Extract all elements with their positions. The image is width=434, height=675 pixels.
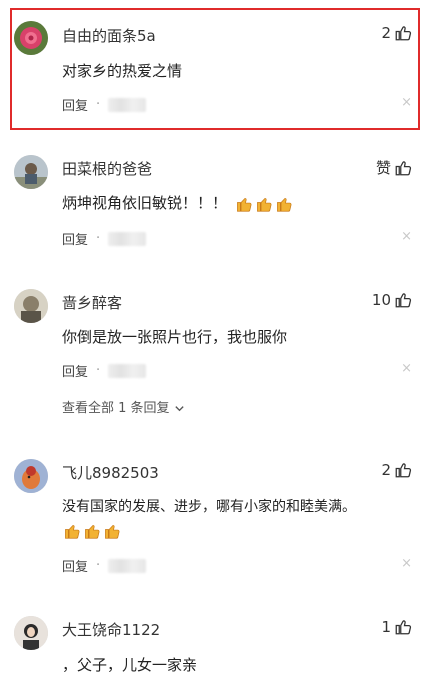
separator-dot: · [96, 363, 101, 378]
like-button[interactable]: 2 [381, 24, 412, 42]
thumbs-up-icon [395, 160, 412, 175]
like-count: 2 [381, 461, 391, 479]
thumbs-up-emoji [256, 197, 272, 212]
thumbs-up-emoji [85, 524, 100, 539]
reply-row: 回复 · [62, 361, 147, 380]
emoji-group [63, 523, 121, 539]
emoji-group [235, 196, 293, 212]
comment-text: 炳坤视角依旧敏锐！！！ [62, 194, 228, 212]
chevron-down-icon [175, 406, 184, 412]
comment-author[interactable]: 自由的面条5a [62, 25, 156, 46]
like-count: 1 [381, 618, 391, 636]
reply-button[interactable]: 回复 [62, 95, 88, 114]
comment-text: 对家乡的热爱之情 [62, 62, 183, 80]
view-all-replies-link[interactable]: 查看全部 1 条回复 [62, 397, 185, 416]
comment-text: 没有国家的发展、进步，哪有小家的和睦美满。 [62, 499, 356, 515]
emoji-row-container [60, 521, 121, 539]
like-button[interactable]: 2 [381, 461, 412, 479]
blurred-timestamp [108, 231, 147, 246]
comment-text: 你倒是放一张照片也行，我也服你 [62, 328, 288, 346]
thumbs-up-emoji [105, 524, 120, 539]
thumbs-up-emoji [65, 524, 80, 539]
comment-text: ，父子，儿女一家亲 [62, 656, 198, 674]
like-count: 2 [381, 24, 391, 42]
separator-dot: · [96, 97, 101, 112]
thumbs-up-icon [395, 463, 412, 478]
comment-author[interactable]: 大王饶命1122 [62, 619, 160, 640]
comment-author[interactable]: 田菜根的爸爸 [62, 158, 152, 179]
thumbs-up-emoji [276, 197, 292, 212]
avatar[interactable] [14, 155, 48, 189]
comment-author[interactable]: 飞儿8982503 [62, 462, 159, 483]
blurred-timestamp [108, 97, 147, 112]
comment-author[interactable]: 啬乡醉客 [62, 292, 122, 313]
like-count: 10 [371, 291, 391, 309]
like-button[interactable]: 1 [381, 618, 412, 636]
blurred-timestamp [108, 363, 147, 378]
like-count: 赞 [375, 159, 391, 177]
reply-button[interactable]: 回复 [62, 556, 88, 575]
close-icon[interactable]: × [401, 556, 412, 571]
reply-button[interactable]: 回复 [62, 229, 88, 248]
avatar[interactable] [14, 21, 48, 55]
comment-text-row: 炳坤视角依旧敏锐！！！ [62, 192, 293, 213]
reply-row: 回复 · [62, 95, 147, 114]
separator-dot: · [96, 231, 101, 246]
reply-button[interactable]: 回复 [62, 361, 88, 380]
thumbs-up-icon [395, 293, 412, 308]
reply-row: 回复 · [62, 229, 147, 248]
separator-dot: · [96, 558, 101, 573]
avatar[interactable] [14, 289, 48, 323]
close-icon[interactable]: × [401, 95, 412, 110]
thumbs-up-icon [395, 26, 412, 41]
close-icon[interactable]: × [401, 361, 412, 376]
blurred-timestamp [108, 558, 147, 573]
thumbs-up-icon [395, 620, 412, 635]
avatar[interactable] [14, 616, 48, 650]
like-button[interactable]: 赞 [376, 157, 412, 178]
thumbs-up-emoji [236, 197, 252, 212]
reply-row: 回复 · [62, 556, 147, 575]
view-all-replies-label: 查看全部 1 条回复 [62, 401, 170, 416]
avatar[interactable] [14, 459, 48, 493]
close-icon[interactable]: × [401, 229, 412, 244]
like-button[interactable]: 10 [372, 291, 412, 309]
